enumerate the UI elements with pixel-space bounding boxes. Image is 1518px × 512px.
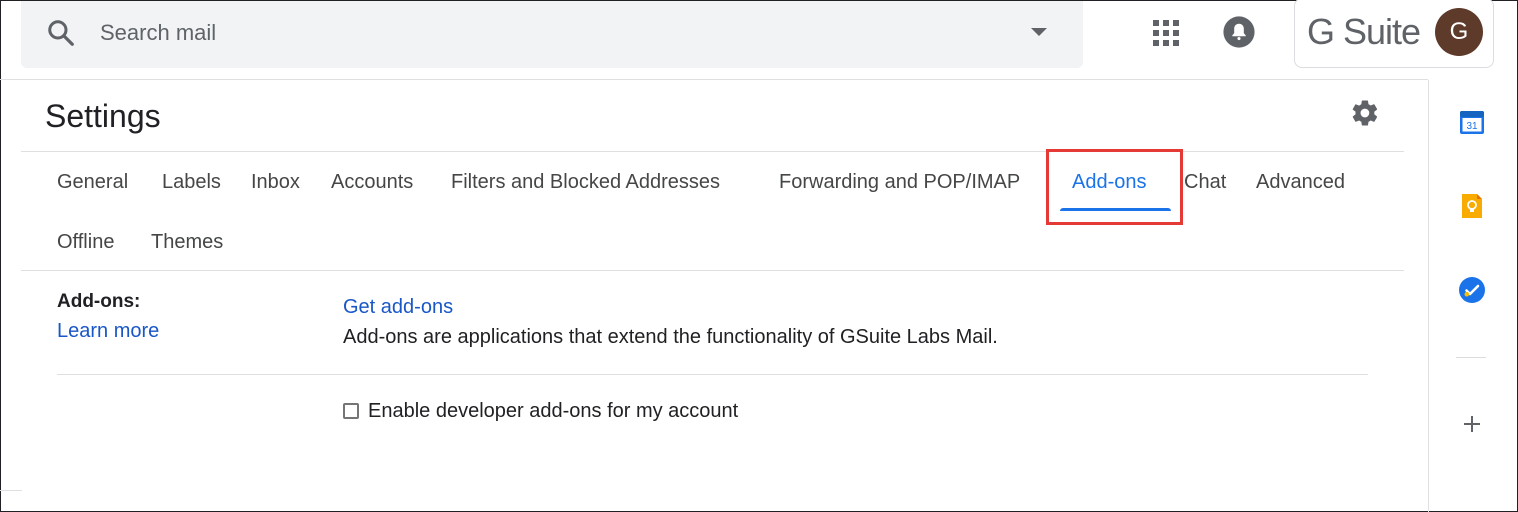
gear-icon[interactable] bbox=[1350, 98, 1380, 128]
page-title: Settings bbox=[45, 98, 161, 134]
gsuite-logo: G Suite bbox=[1307, 11, 1421, 52]
left-edge-rule bbox=[0, 490, 22, 491]
plus-icon[interactable] bbox=[1460, 412, 1484, 436]
side-panel-divider bbox=[1428, 80, 1429, 512]
tab-advanced[interactable]: Advanced bbox=[1256, 171, 1345, 194]
notifications-icon[interactable] bbox=[1222, 15, 1256, 49]
keep-icon[interactable] bbox=[1458, 192, 1486, 220]
header-divider bbox=[0, 79, 1428, 80]
addons-description: Add-ons are applications that extend the… bbox=[343, 326, 998, 348]
tab-forwarding-and-pop-imap[interactable]: Forwarding and POP/IMAP bbox=[779, 171, 1020, 194]
tab-chat[interactable]: Chat bbox=[1184, 171, 1226, 194]
get-addons-link[interactable]: Get add-ons bbox=[343, 296, 453, 319]
calendar-day: 31 bbox=[1466, 121, 1478, 132]
tab-inbox[interactable]: Inbox bbox=[251, 171, 300, 194]
apps-grid-icon[interactable] bbox=[1153, 20, 1179, 46]
tab-labels[interactable]: Labels bbox=[162, 171, 221, 194]
calendar-icon[interactable]: 31 bbox=[1458, 108, 1486, 136]
addons-section-label: Add-ons: bbox=[57, 291, 141, 312]
developer-addons-label[interactable]: Enable developer add-ons for my account bbox=[368, 400, 738, 423]
tasks-icon[interactable] bbox=[1458, 276, 1486, 304]
side-panel-separator bbox=[1456, 357, 1486, 358]
account-switcher[interactable]: G Suite G bbox=[1294, 0, 1494, 68]
window-frame bbox=[0, 0, 1518, 512]
developer-addons-checkbox[interactable] bbox=[343, 403, 359, 419]
tab-filters-and-blocked-addresses[interactable]: Filters and Blocked Addresses bbox=[451, 171, 720, 194]
tab-offline[interactable]: Offline bbox=[57, 231, 114, 254]
section-divider bbox=[57, 374, 1368, 375]
tabs-top-divider bbox=[21, 151, 1404, 152]
highlight-annotation-box bbox=[1046, 149, 1183, 225]
tabs-bottom-divider bbox=[21, 270, 1404, 271]
tab-themes[interactable]: Themes bbox=[151, 231, 223, 254]
tab-accounts[interactable]: Accounts bbox=[331, 171, 413, 194]
search-options-dropdown-icon[interactable] bbox=[1031, 28, 1047, 36]
search-icon[interactable] bbox=[46, 18, 76, 48]
tab-general[interactable]: General bbox=[57, 171, 128, 194]
search-input[interactable] bbox=[100, 18, 1000, 48]
avatar[interactable]: G bbox=[1435, 8, 1483, 56]
learn-more-link[interactable]: Learn more bbox=[57, 320, 159, 343]
